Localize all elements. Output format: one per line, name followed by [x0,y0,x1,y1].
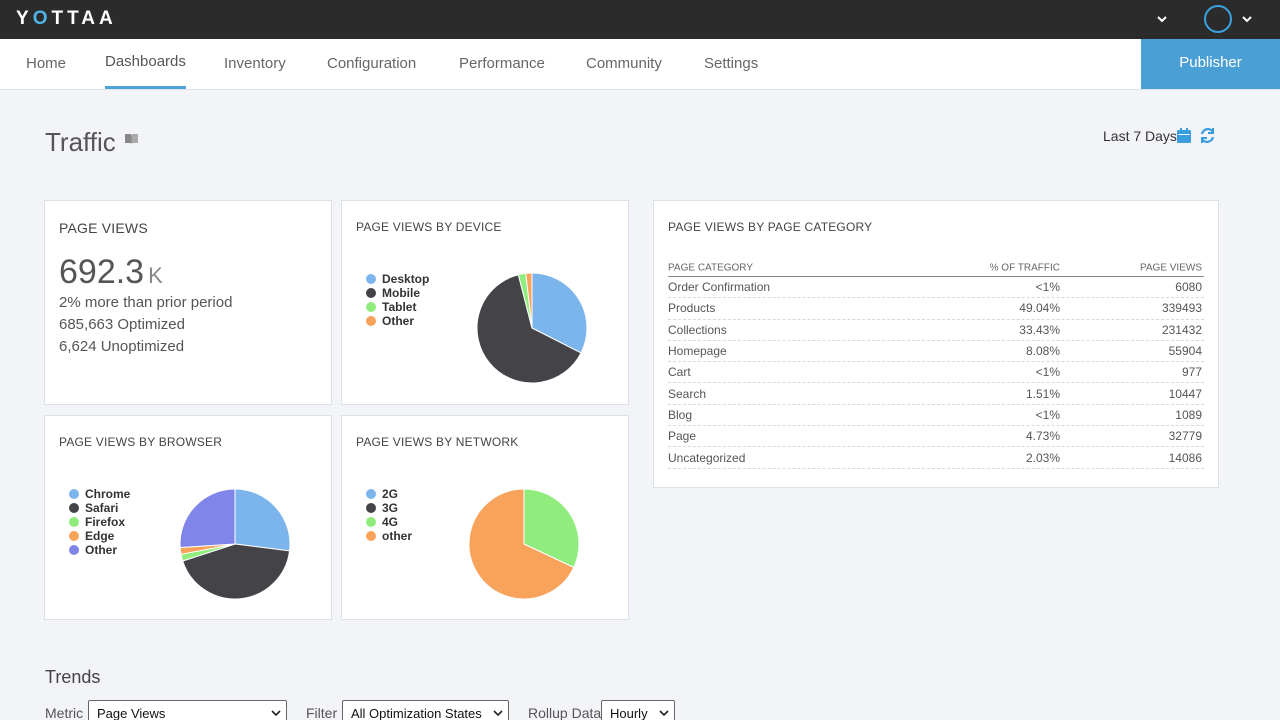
network-card: PAGE VIEWS BY NETWORK 2G 3G 4G other [341,415,629,620]
publisher-button[interactable]: Publisher [1141,39,1280,89]
legend-item[interactable]: Other [69,543,130,557]
change-text: 2% more than prior period [59,294,233,311]
page-title: Traffic [45,127,116,157]
card-title: PAGE VIEWS BY BROWSER [59,435,223,449]
legend-item[interactable]: Chrome [69,487,130,501]
table-row: Search 1.51% 10447 [668,383,1204,405]
rollup-label: Rollup Data [528,705,602,720]
yottaa-logo[interactable]: YOTTAA [16,8,117,30]
filter-select[interactable]: All Optimization States [342,700,509,720]
pie-slice-other[interactable] [179,488,236,548]
nav-community[interactable]: Community [586,39,662,89]
category-table: PAGE CATEGORY % OF TRAFFIC PAGE VIEWS Or… [668,259,1204,469]
legend-item[interactable]: 4G [366,515,412,529]
table-row: Collections 33.43% 231432 [668,320,1204,341]
device-card: PAGE VIEWS BY DEVICE Desktop Mobile Tabl… [341,200,629,405]
network-legend: 2G 3G 4G other [366,487,412,543]
user-avatar[interactable] [1204,5,1232,33]
table-row: Homepage 8.08% 55904 [668,341,1204,363]
nav-performance[interactable]: Performance [459,39,545,89]
page-views-value: 692.3 K [59,253,163,291]
table-header: PAGE CATEGORY % OF TRAFFIC PAGE VIEWS [668,259,1204,277]
table-row: Uncategorized 2.03% 14086 [668,447,1204,469]
refresh-icon[interactable] [1199,127,1216,144]
device-pie-chart[interactable] [475,271,589,385]
top-bar: YOTTAA [0,0,1280,39]
legend-item[interactable]: 3G [366,501,412,515]
device-legend: Desktop Mobile Tablet Other [366,272,429,328]
legend-item[interactable]: Safari [69,501,130,515]
calendar-icon[interactable] [1177,128,1191,143]
legend-item[interactable]: 2G [366,487,412,501]
table-row: Page 4.73% 32779 [668,426,1204,448]
table-row: Products 49.04% 339493 [668,298,1204,320]
trends-title: Trends [45,667,101,687]
legend-item[interactable]: Tablet [366,300,429,314]
card-title: PAGE VIEWS BY NETWORK [356,435,519,449]
legend-item[interactable]: Desktop [366,272,429,286]
nav-configuration[interactable]: Configuration [327,39,416,89]
filter-label: Filter [306,705,338,720]
chevron-down-icon [493,710,503,717]
optimized-text: 685,663 Optimized [59,316,185,333]
legend-item[interactable]: Firefox [69,515,130,529]
chevron-down-icon [271,710,281,717]
unoptimized-text: 6,624 Unoptimized [59,338,185,355]
metric-select[interactable]: Page Views [88,700,287,720]
nav-dashboards[interactable]: Dashboards [105,39,186,89]
metric-label: Metric [45,705,84,720]
nav-inventory[interactable]: Inventory [224,39,286,89]
nav-settings[interactable]: Settings [704,39,758,89]
table-row: Order Confirmation <1% 6080 [668,277,1204,299]
card-title: PAGE VIEWS BY DEVICE [356,220,502,234]
rollup-select[interactable]: Hourly [601,700,675,720]
column-header[interactable]: PAGE CATEGORY [668,262,753,273]
main-nav: Home Dashboards Inventory Configuration … [0,39,1280,90]
page-views-card: PAGE VIEWS 692.3 K 2% more than prior per… [44,200,332,405]
nav-home[interactable]: Home [26,39,66,89]
chevron-down-icon [659,710,669,717]
card-title: PAGE VIEWS BY PAGE CATEGORY [668,220,873,234]
browser-legend: Chrome Safari Firefox Edge Other [69,487,130,557]
browser-card: PAGE VIEWS BY BROWSER Chrome Safari Fire… [44,415,332,620]
page-category-card: PAGE VIEWS BY PAGE CATEGORY PAGE CATEGOR… [653,200,1219,488]
date-range-label[interactable]: Last 7 Days [1103,128,1177,144]
column-header[interactable]: PAGE VIEWS [1140,262,1202,273]
chevron-down-icon[interactable] [1155,12,1169,26]
user-menu-chevron-icon[interactable] [1240,12,1254,26]
browser-pie-chart[interactable] [178,487,292,601]
network-pie-chart[interactable] [467,487,581,601]
table-row: Cart <1% 977 [668,362,1204,384]
column-header[interactable]: % OF TRAFFIC [990,262,1060,273]
book-icon[interactable] [124,133,139,145]
legend-item[interactable]: other [366,529,412,543]
card-title: PAGE VIEWS [59,220,148,236]
pie-slice-chrome[interactable] [234,488,291,552]
legend-item[interactable]: Other [366,314,429,328]
legend-item[interactable]: Edge [69,529,130,543]
table-row: Blog <1% 1089 [668,405,1204,427]
legend-item[interactable]: Mobile [366,286,429,300]
